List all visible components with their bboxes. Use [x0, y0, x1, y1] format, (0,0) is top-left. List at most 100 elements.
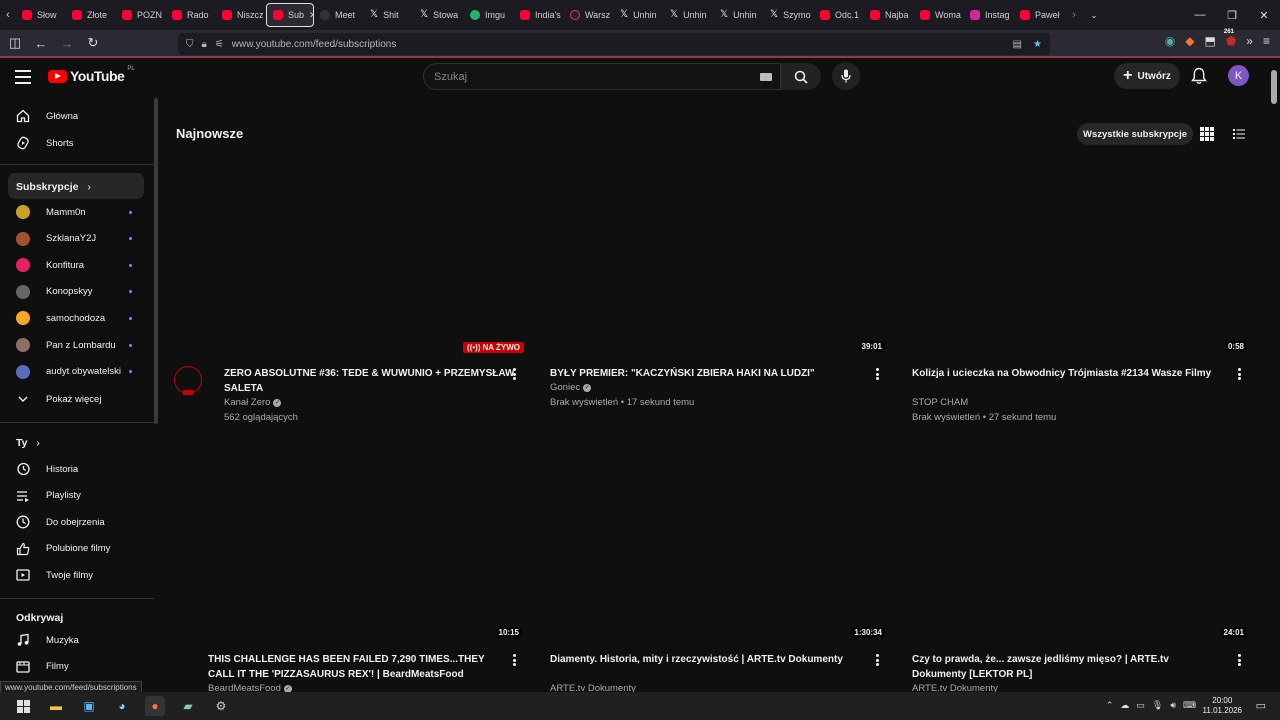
more-actions-icon[interactable]: [513, 654, 516, 666]
browser-tab[interactable]: 𝕏 Unhin: [664, 3, 714, 27]
subscriptions-heading[interactable]: Subskrypcje ›: [16, 181, 91, 193]
sidebar-subscription-item[interactable]: samochodoza: [8, 305, 144, 331]
browser-tab[interactable]: Paweł: [1014, 3, 1064, 27]
sidebar-item-home[interactable]: Główna: [8, 103, 144, 129]
windows-start-icon[interactable]: [13, 696, 33, 716]
app-icon[interactable]: ▣: [79, 696, 99, 716]
more-actions-icon[interactable]: [876, 368, 879, 380]
close-window-icon[interactable]: ✕: [1248, 0, 1280, 30]
page-scrollbar-thumb[interactable]: [1271, 70, 1277, 104]
browser-tab[interactable]: Meet: [314, 3, 364, 27]
restore-icon[interactable]: ❐: [1216, 0, 1248, 30]
all-subscriptions-button[interactable]: Wszystkie subskrypcje: [1077, 123, 1193, 145]
fox-extension-icon[interactable]: ◆: [1185, 34, 1194, 48]
notifications-bell-icon[interactable]: [1191, 67, 1207, 85]
youtube-logo[interactable]: YouTube PL: [48, 66, 135, 84]
sidebar-subscription-item[interactable]: SzklanaY2J: [8, 226, 144, 252]
video-card[interactable]: 10:15 THIS CHALLENGE HAS BEEN FAILED 7,29…: [176, 444, 528, 708]
permissions-icon[interactable]: ⚟: [215, 39, 224, 50]
video-card[interactable]: 24:01 Czy to prawda, że... zawsze jedliśm…: [901, 444, 1253, 708]
sidebar-toggle-icon[interactable]: ◫: [4, 32, 26, 54]
more-actions-icon[interactable]: [513, 368, 516, 380]
bookmark-star-icon[interactable]: ★: [1033, 39, 1042, 50]
overflow-chevrons-icon[interactable]: »: [1246, 34, 1253, 48]
tab-scroll-left-icon[interactable]: ‹: [0, 9, 16, 21]
video-card[interactable]: 0:58 Kolizja i ucieczka na Obwodnicy Trój…: [901, 158, 1253, 423]
gear-icon[interactable]: ⚙: [211, 696, 231, 716]
video-title[interactable]: THIS CHALLENGE HAS BEEN FAILED 7,290 TIM…: [208, 652, 508, 682]
volume-icon[interactable]: 🔊︎: [1170, 700, 1176, 711]
sidebar-subscription-item[interactable]: audyt obywatelski: [8, 359, 144, 385]
reload-icon[interactable]: ↻: [82, 32, 104, 54]
browser-tab[interactable]: POZN: [116, 3, 166, 27]
more-actions-icon[interactable]: [876, 654, 879, 666]
channel-avatar[interactable]: [174, 366, 202, 395]
browser-tab[interactable]: Woma: [914, 3, 964, 27]
create-button[interactable]: + Utwórz: [1114, 63, 1180, 89]
shield-icon[interactable]: ⛉: [186, 39, 194, 50]
browser-tab[interactable]: Najba: [864, 3, 914, 27]
browser-tab[interactable]: Rado: [166, 3, 216, 27]
clock[interactable]: 20:00 11.01.2026: [1203, 696, 1242, 716]
channel-name[interactable]: STOP CHAM: [912, 397, 968, 408]
sidebar-item-playlist[interactable]: Playlisty: [8, 483, 144, 509]
browser-tab[interactable]: Niszcz: [216, 3, 266, 27]
browser-tab[interactable]: India's: [514, 3, 564, 27]
browser-tab[interactable]: 𝕏 Shit: [364, 3, 414, 27]
video-title[interactable]: Kolizja i ucieczka na Obwodnicy Trójmias…: [912, 366, 1212, 381]
ublock-icon[interactable]: ⬟ 261: [1224, 29, 1236, 48]
sidebar-subscription-item[interactable]: Mamm0n: [8, 199, 144, 225]
account-avatar[interactable]: K: [1228, 65, 1249, 86]
browser-tab[interactable]: Sub✕: [266, 3, 314, 27]
browser-tab[interactable]: Instag: [964, 3, 1014, 27]
browser-tab[interactable]: 𝕏 Szymo: [764, 3, 814, 27]
minimize-icon[interactable]: —: [1184, 0, 1216, 30]
address-bar[interactable]: ⛉ 🔒︎ ⚟ www.youtube.com/feed/subscription…: [178, 33, 1050, 55]
sidebar-item-film[interactable]: Filmy: [8, 654, 144, 680]
more-actions-icon[interactable]: [1238, 654, 1241, 666]
more-actions-icon[interactable]: [1238, 368, 1241, 380]
browser-tab[interactable]: 𝕏 Unhin: [614, 3, 664, 27]
reader-view-icon[interactable]: ▤: [1013, 39, 1022, 50]
page-scrollbar[interactable]: [1268, 60, 1280, 692]
channel-name[interactable]: Goniec ✓: [550, 382, 592, 393]
search-input[interactable]: Szukaj: [423, 63, 781, 90]
vpn-icon[interactable]: ◉: [1165, 34, 1175, 48]
firefox-icon[interactable]: ●: [145, 696, 165, 716]
video-title[interactable]: Diamenty. Historia, mity i rzeczywistość…: [550, 652, 850, 667]
sidebar-item-shorts[interactable]: Shorts: [8, 130, 144, 156]
extensions-icon[interactable]: ⬒: [1205, 34, 1216, 48]
lock-icon[interactable]: 🔒︎: [202, 39, 207, 50]
video-thumbnail[interactable]: 0:58: [901, 158, 1253, 356]
video-card[interactable]: 39:01 BYŁY PREMIER: "KACZYŃSKI ZBIERA HAK…: [539, 158, 891, 422]
video-title[interactable]: Czy to prawda, że... zawsze jedliśmy mię…: [912, 652, 1212, 682]
network-icon[interactable]: ▭: [1136, 700, 1145, 711]
browser-tab[interactable]: 𝕏 Stowa: [414, 3, 464, 27]
video-thumbnail[interactable]: 10:15: [176, 444, 528, 642]
tray-chevron-icon[interactable]: ⌃: [1106, 700, 1114, 711]
cloud-icon[interactable]: ☁: [1120, 700, 1129, 711]
video-thumbnail[interactable]: ((•)) NA ŻYWO: [176, 158, 528, 356]
video-title[interactable]: BYŁY PREMIER: "KACZYŃSKI ZBIERA HAKI NA …: [550, 366, 850, 381]
you-heading[interactable]: Ty ›: [16, 437, 40, 449]
grid-view-icon[interactable]: [1200, 127, 1214, 141]
notifications-icon[interactable]: ▭: [1256, 699, 1266, 712]
tab-list-chevron-icon[interactable]: ⌄: [1084, 10, 1104, 21]
browser-tab[interactable]: Słow: [16, 3, 66, 27]
channel-name[interactable]: Kanał Zero ✓: [224, 397, 282, 408]
sidebar-subscription-item[interactable]: Pan z Lombardu: [8, 332, 144, 358]
sidebar-item-history[interactable]: Historia: [8, 456, 144, 482]
browser-tab[interactable]: Odc.1: [814, 3, 864, 27]
video-thumbnail[interactable]: 24:01: [901, 444, 1253, 642]
video-thumbnail[interactable]: 1:30:34: [539, 444, 891, 642]
browser-tab[interactable]: Warsz: [564, 3, 614, 27]
sidebar-subscription-item[interactable]: Konfitura: [8, 252, 144, 278]
show-more-button[interactable]: Pokaż więcej: [8, 386, 144, 412]
hamburger-menu-icon[interactable]: [15, 70, 31, 84]
steam-icon[interactable]: ◕: [112, 696, 132, 716]
video-title[interactable]: ZERO ABSOLUTNE #36: TEDE & WUWUNIO + PRZ…: [224, 366, 524, 396]
voice-search-button[interactable]: [832, 62, 860, 90]
search-button[interactable]: [781, 63, 821, 90]
video-thumbnail[interactable]: 39:01: [539, 158, 891, 356]
sidebar-item-like[interactable]: Polubione filmy: [8, 536, 144, 562]
